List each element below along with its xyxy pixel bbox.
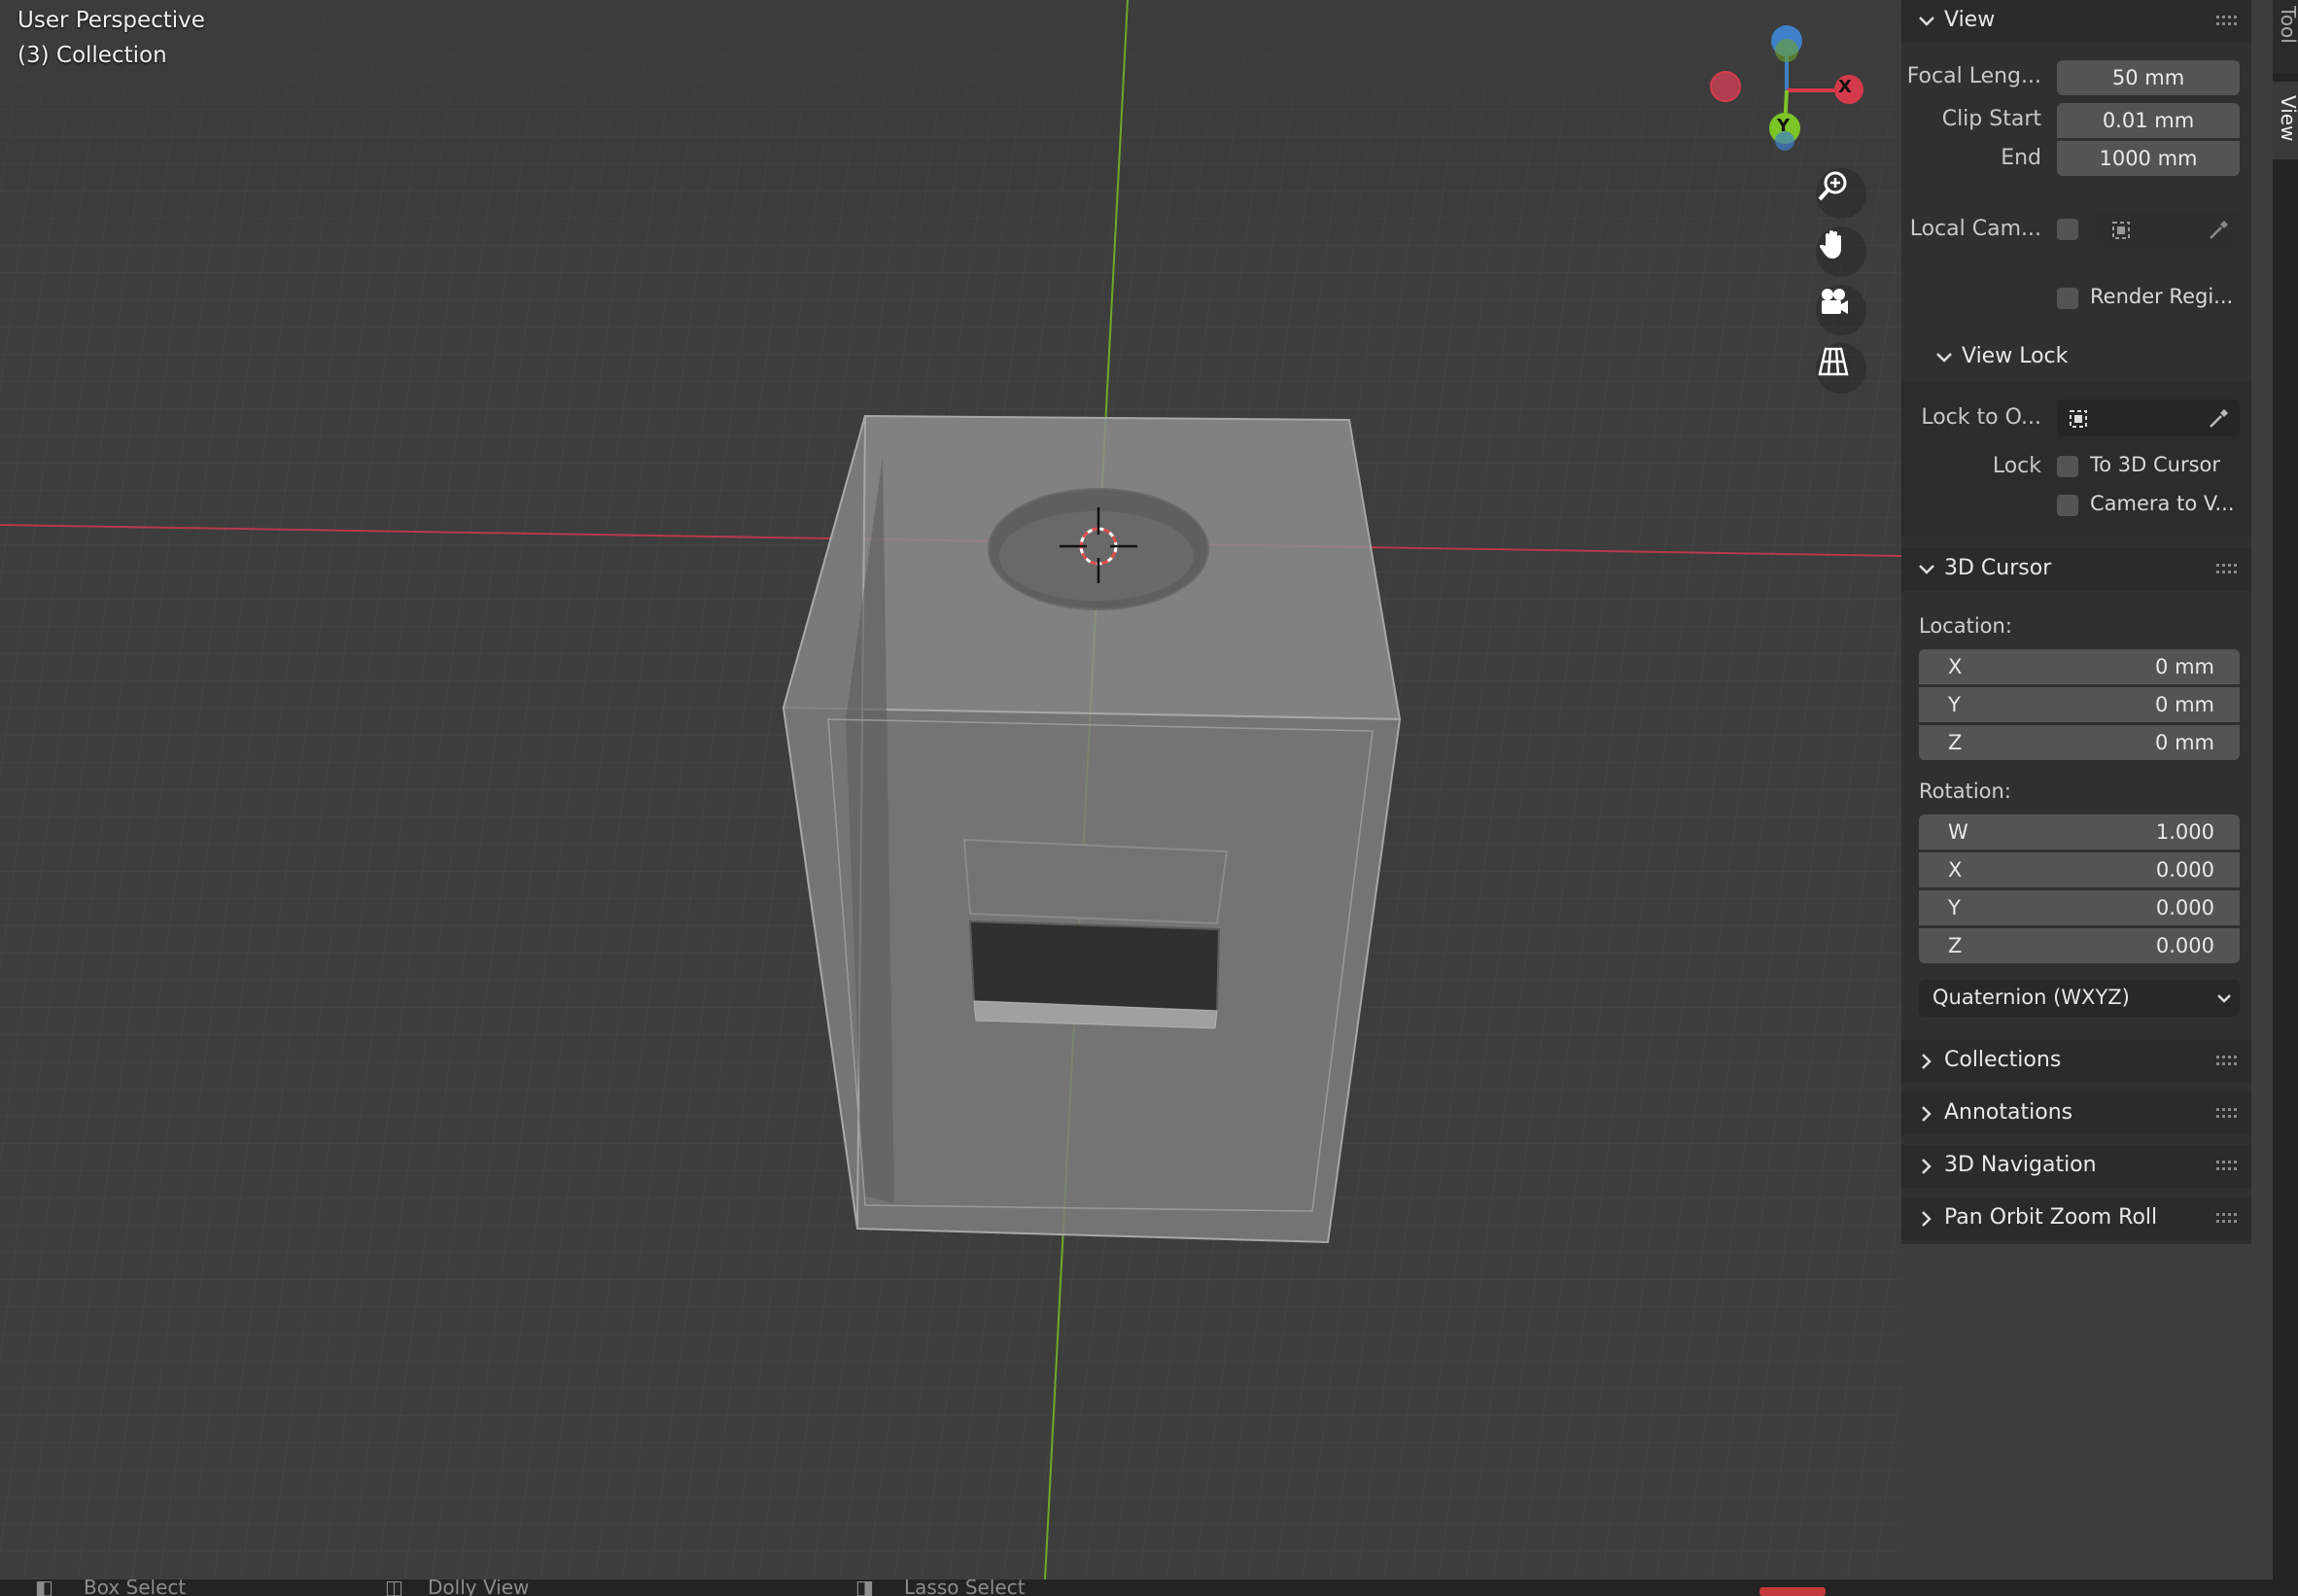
gizmo-y-label[interactable]: Y xyxy=(1777,116,1790,136)
tab-view-label: View xyxy=(2277,95,2298,142)
annotations-section-title: Annotations xyxy=(1944,1100,2073,1125)
status-bar: ◧ Box Select ◫ Dolly View ◨ Lasso Select xyxy=(0,1579,2298,1596)
camera-view-button[interactable] xyxy=(1816,285,1866,335)
status-progress-indicator xyxy=(1759,1587,1826,1596)
pan-button[interactable] xyxy=(1816,226,1866,277)
box-mesh[interactable] xyxy=(782,414,1402,1244)
chevron-right-icon xyxy=(1922,1211,1932,1227)
cursor-location-y[interactable]: Y0 mm xyxy=(1919,687,2240,722)
rotation-label: Rotation: xyxy=(1919,780,2011,803)
clip-end-field[interactable]: 1000 mm xyxy=(2057,141,2240,176)
clip-start-label: Clip Start xyxy=(1941,107,2041,131)
clip-end-label: End xyxy=(2001,146,2041,170)
location-label: Location: xyxy=(1919,614,2012,638)
grip-icon xyxy=(2216,1213,2237,1223)
3d-navigation-section-header[interactable]: 3D Navigation xyxy=(1901,1145,2251,1188)
tab-tool-label: Tool xyxy=(2277,6,2298,44)
sidebar-tab-strip: Tool View xyxy=(2273,0,2298,1579)
render-region-label: Render Regi... xyxy=(2090,285,2234,308)
hand-pan-icon xyxy=(1819,230,1841,259)
ortho-toggle-button[interactable] xyxy=(1816,343,1866,394)
grip-icon xyxy=(2216,564,2237,573)
render-region-checkbox[interactable] xyxy=(2057,288,2078,309)
grip-icon xyxy=(2216,1108,2237,1118)
gizmo-x-label[interactable]: X xyxy=(1838,77,1852,97)
collections-section-title: Collections xyxy=(1944,1048,2062,1072)
view-lock-header[interactable]: View Lock xyxy=(1913,336,2251,379)
chevron-right-icon xyxy=(1922,1159,1932,1174)
focal-length-field[interactable]: 50 mm xyxy=(2057,60,2240,95)
tab-view[interactable]: View xyxy=(2273,82,2298,159)
active-collection-label: (3) Collection xyxy=(17,43,167,68)
focal-length-label: Focal Leng... xyxy=(1906,64,2041,88)
chevron-right-icon xyxy=(1922,1054,1932,1069)
mouse-middle-icon: ◫ xyxy=(385,1579,403,1596)
cursor-rotation-y[interactable]: Y 0.000 xyxy=(1919,890,2240,925)
lock-to-3d-cursor-label: To 3D Cursor xyxy=(2090,453,2221,476)
grip-icon xyxy=(2216,16,2237,25)
local-camera-object-field[interactable] xyxy=(2096,211,2240,248)
mouse-left-icon: ◧ xyxy=(35,1579,53,1596)
rotation-mode-value: Quaternion (WXYZ) xyxy=(1932,986,2130,1009)
chevron-down-icon xyxy=(1919,565,1934,574)
3d-cursor-section-title: 3D Cursor xyxy=(1944,556,2052,580)
camera-object-icon xyxy=(2112,222,2130,239)
local-camera-checkbox[interactable] xyxy=(2057,219,2078,240)
cursor-rotation-w[interactable]: W 1.000 xyxy=(1919,815,2240,850)
cursor-location-z[interactable]: Z0 mm xyxy=(1919,725,2240,760)
chevron-right-icon xyxy=(1922,1106,1932,1122)
status-dolly-view: Dolly View xyxy=(428,1579,530,1596)
grip-icon xyxy=(2216,1056,2237,1065)
pan-orbit-zoom-roll-section-header[interactable]: Pan Orbit Zoom Roll xyxy=(1901,1197,2251,1240)
lock-to-object-field[interactable] xyxy=(2057,399,2240,436)
clip-start-field[interactable]: 0.01 mm xyxy=(2057,103,2240,138)
camera-icon xyxy=(1822,289,1848,314)
chevron-down-icon xyxy=(1919,17,1934,26)
3d-cursor-section-header[interactable]: 3D Cursor xyxy=(1901,548,2251,591)
grip-icon xyxy=(2216,1161,2237,1170)
lock-label: Lock xyxy=(1992,454,2041,478)
pan-orbit-zoom-roll-section-title: Pan Orbit Zoom Roll xyxy=(1944,1205,2158,1230)
eyedropper-icon[interactable] xyxy=(2207,407,2230,431)
lock-to-3d-cursor-checkbox[interactable] xyxy=(2057,456,2078,477)
status-lasso-select: Lasso Select xyxy=(904,1579,1026,1596)
viewport-canvas xyxy=(0,0,1901,1579)
camera-to-view-checkbox[interactable] xyxy=(2057,495,2078,516)
object-icon xyxy=(2070,410,2087,428)
view-section-header[interactable]: View xyxy=(1901,0,2251,43)
grid-ortho-icon xyxy=(1818,347,1849,376)
annotations-section-header[interactable]: Annotations xyxy=(1901,1093,2251,1135)
chevron-down-icon xyxy=(1936,353,1952,363)
3d-navigation-section-title: 3D Navigation xyxy=(1944,1153,2097,1177)
status-box-select: Box Select xyxy=(84,1579,187,1596)
view-section-title: View xyxy=(1944,8,1996,32)
mouse-right-icon: ◨ xyxy=(855,1579,874,1596)
rotation-mode-dropdown[interactable]: Quaternion (WXYZ) xyxy=(1919,980,2240,1017)
chevron-down-icon xyxy=(2217,994,2231,1003)
collections-section-header[interactable]: Collections xyxy=(1901,1040,2251,1083)
local-camera-label: Local Cam... xyxy=(1909,217,2041,241)
view-mode-title: User Perspective xyxy=(17,8,205,33)
eyedropper-icon[interactable] xyxy=(2207,219,2230,242)
zoom-button[interactable] xyxy=(1816,168,1866,219)
cursor-rotation-z[interactable]: Z 0.000 xyxy=(1919,928,2240,963)
cursor-location-x[interactable]: X0 mm xyxy=(1919,649,2240,684)
sidebar-panel: View Focal Leng... 50 mm Clip Start 0.01… xyxy=(1901,0,2251,1244)
lock-to-object-label: Lock to O... xyxy=(1921,405,2041,430)
cursor-rotation-x[interactable]: X 0.000 xyxy=(1919,852,2240,887)
view-lock-title: View Lock xyxy=(1962,344,2069,368)
tab-tool[interactable]: Tool xyxy=(2273,0,2298,74)
zoom-icon xyxy=(1818,171,1847,201)
camera-to-view-label: Camera to V... xyxy=(2090,492,2235,515)
